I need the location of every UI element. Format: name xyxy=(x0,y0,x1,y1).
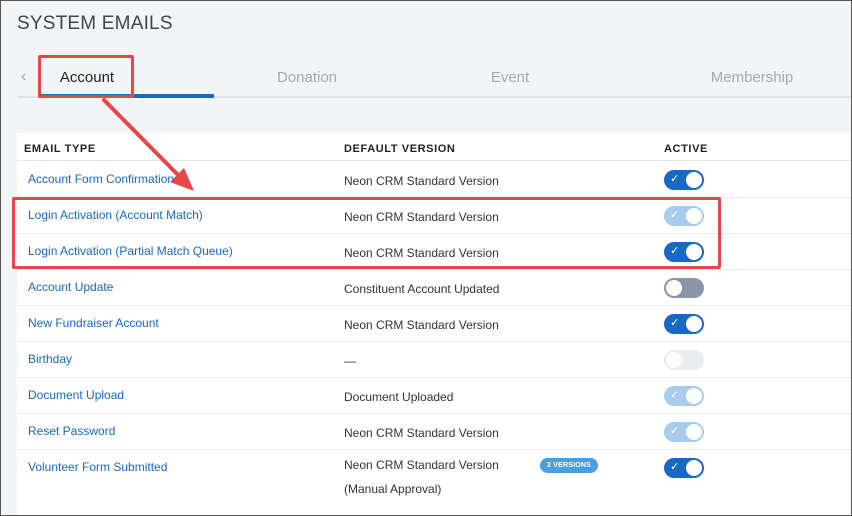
annotation-arrow-icon xyxy=(102,98,194,191)
